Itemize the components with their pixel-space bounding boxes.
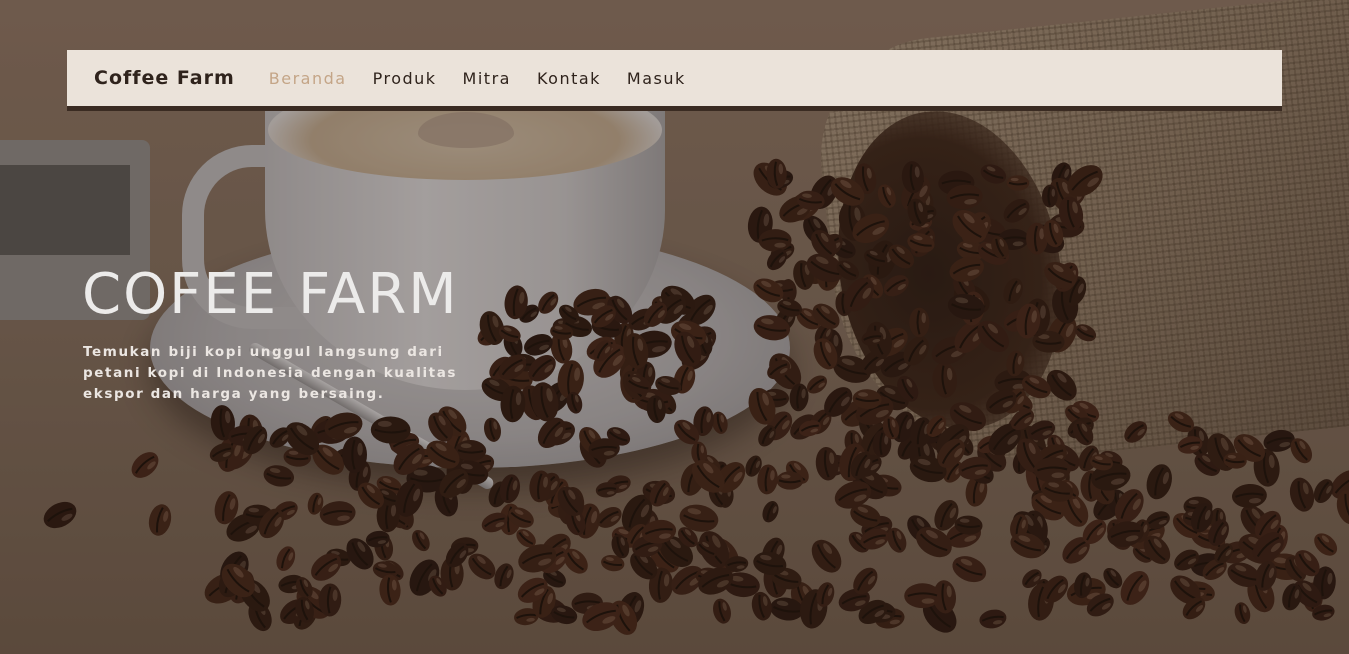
nav-link-kontak[interactable]: Kontak — [537, 69, 601, 88]
navbar: Coffee Farm Beranda Produk Mitra Kontak … — [67, 50, 1282, 111]
nav-link-produk[interactable]: Produk — [373, 69, 437, 88]
nav-link-masuk[interactable]: Masuk — [627, 69, 686, 88]
hero-description: Temukan biji kopi unggul langsung dari p… — [83, 344, 458, 402]
nav-link-beranda[interactable]: Beranda — [269, 69, 347, 88]
hero-title: COFEE FARM — [82, 262, 459, 327]
brand-logo[interactable]: Coffee Farm — [94, 67, 235, 89]
nav-links: Beranda Produk Mitra Kontak Masuk — [269, 69, 712, 88]
nav-link-mitra[interactable]: Mitra — [463, 69, 511, 88]
